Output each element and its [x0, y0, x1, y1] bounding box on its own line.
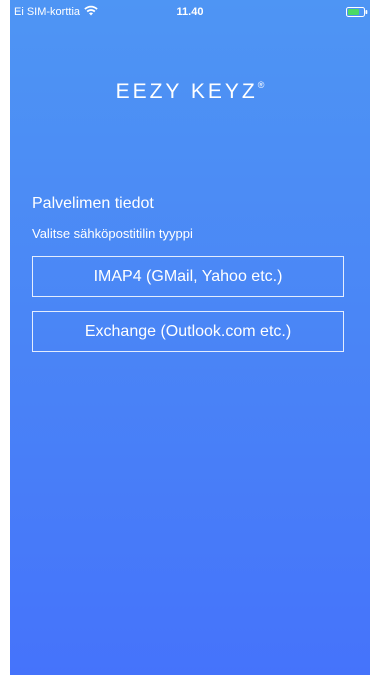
app-logo: EEZY KEYZ® [10, 80, 370, 104]
registered-mark: ® [257, 80, 265, 90]
logo-text: EEZY KEYZ [115, 80, 258, 103]
exchange-button[interactable]: Exchange (Outlook.com etc.) [32, 311, 344, 352]
status-time: 11.40 [176, 6, 204, 18]
exchange-button-label: Exchange (Outlook.com etc.) [84, 322, 292, 340]
imap4-button[interactable]: IMAP4 (GMail, Yahoo etc.) [32, 256, 344, 297]
battery-icon [346, 7, 368, 17]
account-type-prompt: Valitse sähköpostitilin tyyppi [32, 226, 193, 241]
app-screen: Ei SIM-korttia 11.40 EEZY KEYZ® Palvelim… [10, 0, 370, 675]
server-info-title: Palvelimen tiedot [32, 195, 154, 212]
status-bar: Ei SIM-korttia 11.40 [10, 0, 370, 24]
imap4-button-label: IMAP4 (GMail, Yahoo etc.) [93, 267, 283, 285]
